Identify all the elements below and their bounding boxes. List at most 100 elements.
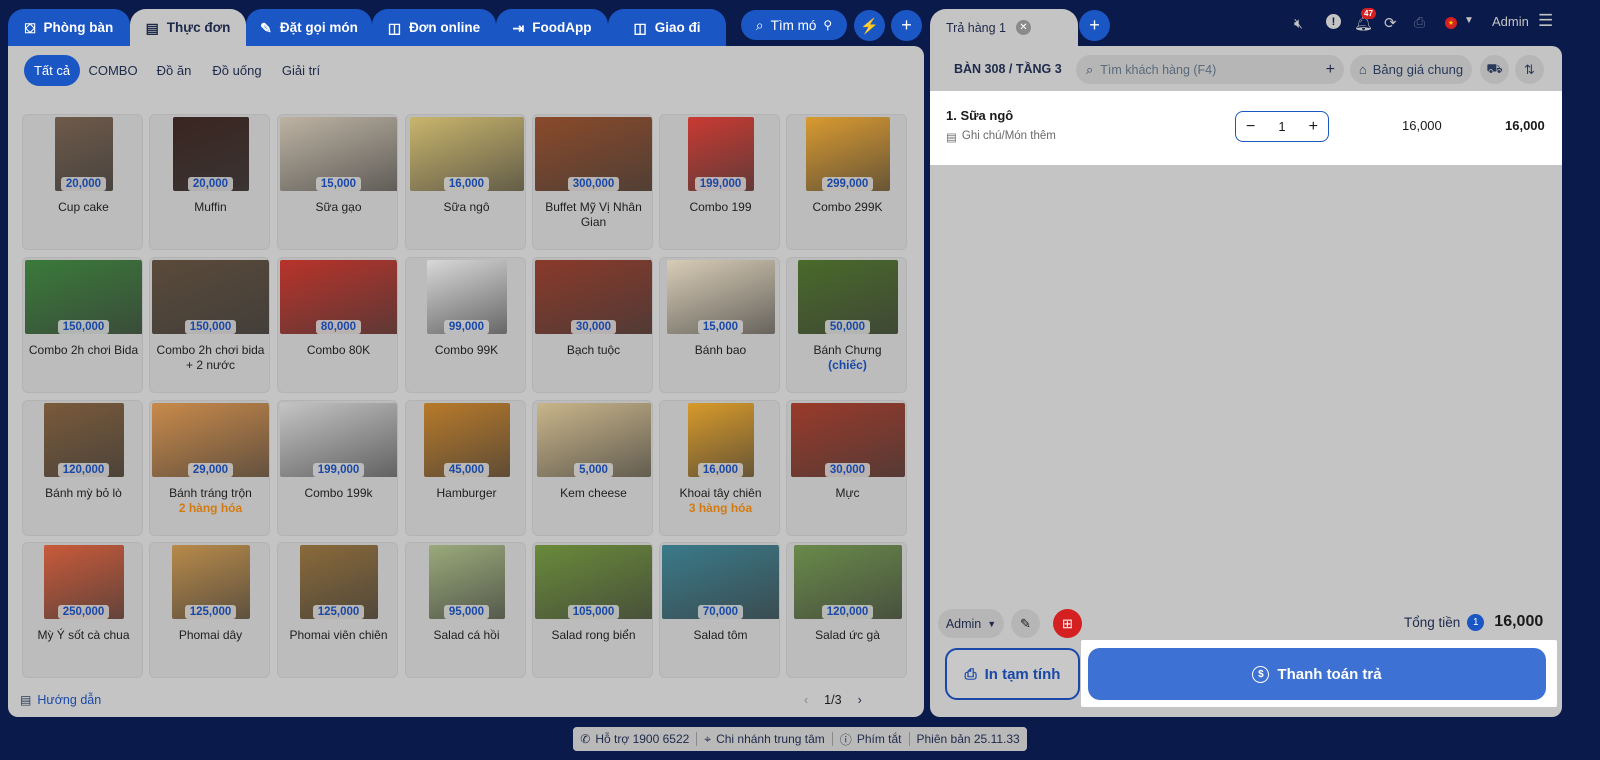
product-card[interactable]: 45,000 Hamburger bbox=[405, 400, 526, 536]
product-card[interactable]: 30,000 Mực bbox=[786, 400, 907, 536]
product-card[interactable]: 5,000 Kem cheese bbox=[532, 400, 653, 536]
add-customer-icon[interactable]: + bbox=[1326, 61, 1335, 79]
tab-foodapp[interactable]: ⇥ FoodApp bbox=[496, 9, 608, 46]
sync-icon[interactable]: ⟳ bbox=[1384, 14, 1397, 32]
user-name[interactable]: Admin bbox=[1492, 14, 1529, 29]
category-combo[interactable]: COMBO bbox=[84, 55, 142, 86]
product-price: 300,000 bbox=[533, 177, 652, 191]
language-caret-icon[interactable]: ▼ bbox=[1464, 15, 1474, 26]
product-card[interactable]: 16,000 Sữa ngô bbox=[405, 114, 526, 250]
product-name: Khoai tây chiên bbox=[679, 486, 762, 500]
tab-phong-ban[interactable]: ⛋ Phòng bàn bbox=[8, 9, 130, 46]
menu-panel: Tất cả COMBO Đồ ăn Đồ uống Giải trí 20,0… bbox=[8, 46, 924, 717]
close-tab-icon[interactable]: ✕ bbox=[1016, 20, 1031, 35]
product-card[interactable]: 30,000 Bạch tuộc bbox=[532, 257, 653, 393]
prev-page-icon[interactable]: ‹ bbox=[804, 693, 808, 707]
product-price: 45,000 bbox=[406, 463, 525, 477]
guide-link[interactable]: ▤ Hướng dẫn bbox=[20, 693, 101, 707]
product-card[interactable]: 20,000 Cup cake bbox=[22, 114, 143, 250]
note-icon: ▤ bbox=[946, 132, 957, 144]
product-card[interactable]: 120,000 Bánh mỳ bỏ lò bbox=[22, 400, 143, 536]
product-name: Phomai dây bbox=[178, 628, 243, 642]
order-item-unit-price[interactable]: 16,000 bbox=[1402, 118, 1442, 133]
mute-icon[interactable]: 🔇︎ bbox=[1294, 15, 1303, 32]
support-hotline[interactable]: ✆ Hỗ trợ 1900 6522 bbox=[573, 727, 697, 751]
product-price-value: 16,000 bbox=[443, 177, 490, 191]
basket-button[interactable]: ⛟ bbox=[1480, 55, 1509, 84]
product-card[interactable]: 70,000 Salad tôm bbox=[659, 542, 780, 678]
tab-giao-di[interactable]: ◫ Giao đi bbox=[608, 9, 726, 46]
info-icon[interactable]: ! bbox=[1326, 14, 1341, 29]
product-name: Combo 80K bbox=[306, 343, 371, 357]
next-page-icon[interactable]: › bbox=[858, 693, 862, 707]
product-card[interactable]: 300,000 Buffet Mỹ Vị Nhân Gian bbox=[532, 114, 653, 250]
product-card[interactable]: 95,000 Salad cá hồi bbox=[405, 542, 526, 678]
plus-icon[interactable]: + bbox=[1309, 118, 1318, 136]
category-food[interactable]: Đồ ăn bbox=[150, 55, 198, 86]
shopping-bag-icon: ◫ bbox=[387, 19, 402, 36]
product-card[interactable]: 199,000 Combo 199 bbox=[659, 114, 780, 250]
product-card[interactable]: 125,000 Phomai dây bbox=[149, 542, 270, 678]
price-list-button[interactable]: ⌂ Bảng giá chung bbox=[1350, 55, 1472, 84]
category-entertainment[interactable]: Giải trí bbox=[276, 55, 326, 86]
minus-icon[interactable]: − bbox=[1246, 118, 1255, 136]
language-flag-icon[interactable]: ★ bbox=[1445, 17, 1457, 29]
product-card[interactable]: 29,000 Bánh tráng trộn 2 hàng hóa bbox=[149, 400, 270, 536]
product-subtitle: 2 hàng hóa bbox=[178, 501, 243, 515]
product-card[interactable]: 99,000 Combo 99K bbox=[405, 257, 526, 393]
table-label[interactable]: BÀN 308 / TẦNG 3 bbox=[954, 62, 1062, 76]
product-card[interactable]: 50,000 Bánh Chưng (chiếc) bbox=[786, 257, 907, 393]
branch-selector[interactable]: ⌖ Chi nhánh trung tâm bbox=[697, 727, 832, 751]
product-card[interactable]: 150,000 Combo 2h chơi Bida bbox=[22, 257, 143, 393]
product-name: Salad cá hồi bbox=[433, 628, 500, 642]
staff-select[interactable]: Admin ▼ bbox=[938, 609, 1004, 638]
product-card[interactable]: 15,000 Sữa gạo bbox=[277, 114, 398, 250]
product-card[interactable]: 250,000 Mỳ Ý sốt cà chua bbox=[22, 542, 143, 678]
order-item-name: 1. Sữa ngô bbox=[946, 108, 1014, 123]
tab-don-online[interactable]: ◫ Đơn online bbox=[372, 9, 496, 46]
product-name: Salad tôm bbox=[693, 628, 748, 642]
product-card[interactable]: 199,000 Combo 199k bbox=[277, 400, 398, 536]
search-menu-button[interactable]: ⌕ Tìm mó ⚲ bbox=[741, 10, 847, 40]
product-card[interactable]: 16,000 Khoai tây chiên 3 hàng hóa bbox=[659, 400, 780, 536]
product-card[interactable]: 299,000 Combo 299K bbox=[786, 114, 907, 250]
product-name: Bạch tuộc bbox=[566, 343, 621, 357]
tab-dat-goi-mon[interactable]: ✎ Đặt gọi món bbox=[246, 9, 372, 46]
product-card[interactable]: 150,000 Combo 2h chơi bida + 2 nước bbox=[149, 257, 270, 393]
order-item-row[interactable]: 1. Sữa ngô ▤ Ghi chú/Món thêm − 1 + 16,0… bbox=[930, 91, 1562, 165]
category-all[interactable]: Tất cả bbox=[24, 55, 80, 86]
product-card[interactable]: 120,000 Salad ức gà bbox=[786, 542, 907, 678]
gift-button[interactable]: ⊞ bbox=[1053, 609, 1082, 638]
search-icon: ⌕ bbox=[755, 16, 764, 33]
product-card[interactable]: 80,000 Combo 80K bbox=[277, 257, 398, 393]
quick-order-button[interactable]: ⚡ bbox=[854, 10, 885, 41]
category-drinks[interactable]: Đồ uống bbox=[206, 55, 268, 86]
version-label: Phiên bản 25.11.33 bbox=[909, 727, 1027, 751]
staff-name: Admin bbox=[945, 616, 982, 631]
hamburger-menu-icon[interactable]: ☰ bbox=[1538, 11, 1553, 31]
edit-button[interactable]: ✎ bbox=[1011, 609, 1040, 638]
customer-search[interactable]: ⌕ Tìm khách hàng (F4) + bbox=[1076, 55, 1344, 84]
printer-icon[interactable]: ⎙ bbox=[1414, 14, 1425, 31]
basket-icon: ⛟ bbox=[1486, 60, 1503, 76]
product-price-value: 99,000 bbox=[443, 320, 490, 334]
sort-button[interactable]: ⇅ bbox=[1515, 55, 1544, 84]
quantity-value[interactable]: 1 bbox=[1278, 119, 1285, 134]
tab-thuc-don[interactable]: ▤ Thực đơn bbox=[130, 9, 246, 46]
quantity-stepper[interactable]: − 1 + bbox=[1235, 111, 1329, 142]
add-order-tab-button[interactable]: + bbox=[1079, 10, 1110, 41]
print-temp-button[interactable]: ⎙ In tạm tính bbox=[945, 648, 1080, 700]
order-tab[interactable]: Trả hàng 1 ✕ bbox=[930, 9, 1078, 46]
product-card[interactable]: 105,000 Salad rong biển bbox=[532, 542, 653, 678]
order-item-note[interactable]: ▤ Ghi chú/Món thêm bbox=[946, 130, 1056, 144]
search-label: Tìm mó bbox=[770, 17, 817, 33]
shortcuts-link[interactable]: ⓘ Phím tắt bbox=[832, 727, 909, 751]
chevron-down-icon: ▼ bbox=[987, 618, 997, 629]
product-card[interactable]: 125,000 Phomai viên chiên bbox=[277, 542, 398, 678]
product-price: 16,000 bbox=[406, 177, 525, 191]
product-card[interactable]: 15,000 Bánh bao bbox=[659, 257, 780, 393]
add-button[interactable]: + bbox=[891, 10, 922, 41]
pay-return-button[interactable]: $ Thanh toán trả bbox=[1088, 648, 1546, 700]
product-card[interactable]: 20,000 Muffin bbox=[149, 114, 270, 250]
product-name: Salad ức gà bbox=[815, 628, 880, 642]
